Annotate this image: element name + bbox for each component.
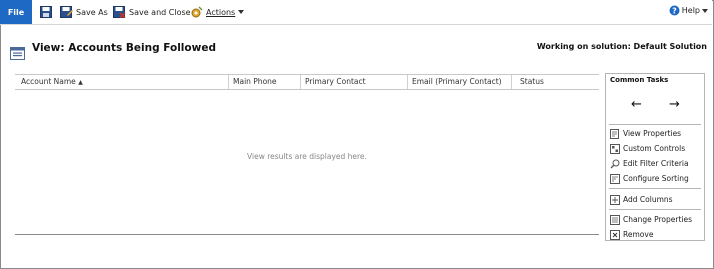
task-remove[interactable]: Remove <box>610 229 653 240</box>
column-header-email[interactable]: Email (Primary Contact) <box>412 77 502 87</box>
save-as-button[interactable]: Save As <box>60 5 108 19</box>
task-add-columns[interactable]: Add Columns <box>610 194 673 205</box>
change-properties-icon <box>610 214 620 225</box>
file-button[interactable]: File <box>0 0 32 24</box>
view-grid: Account Name ▲ Main Phone Primary Contac… <box>15 74 599 236</box>
column-header-status[interactable]: Status <box>520 77 544 87</box>
custom-controls-icon <box>610 143 620 154</box>
common-tasks-title: Common Tasks <box>610 76 669 84</box>
page-title: View: Accounts Being Followed <box>32 42 216 54</box>
help-icon: ? <box>669 5 680 16</box>
save-and-close-button[interactable]: Save and Close <box>113 5 191 19</box>
help-label: Help <box>681 6 700 15</box>
column-separator <box>228 75 229 89</box>
solution-label: Working on solution: Default Solution <box>536 42 707 51</box>
help-menu-button[interactable]: ? Help <box>669 5 708 16</box>
column-header-primary-contact[interactable]: Primary Contact <box>305 77 366 87</box>
save-as-label: Save As <box>76 7 108 17</box>
divider <box>609 124 701 125</box>
column-separator <box>300 75 301 89</box>
task-custom-controls[interactable]: Custom Controls <box>610 143 685 154</box>
chevron-down-icon <box>702 8 708 13</box>
save-and-close-label: Save and Close <box>129 7 191 17</box>
column-header-account-name[interactable]: Account Name ▲ <box>21 77 83 87</box>
common-tasks-panel: Common Tasks ← → View Properties Custom … <box>605 73 705 241</box>
task-change-properties[interactable]: Change Properties <box>610 214 692 225</box>
grid-header: Account Name ▲ Main Phone Primary Contac… <box>15 74 599 90</box>
actions-gear-icon <box>191 6 203 18</box>
divider <box>609 188 701 189</box>
task-configure-sorting[interactable]: Configure Sorting <box>610 173 689 184</box>
remove-icon <box>610 229 620 240</box>
sort-icon <box>610 173 620 184</box>
column-separator <box>511 75 512 89</box>
view-icon <box>10 47 25 60</box>
empty-results-message: View results are displayed here. <box>247 152 367 161</box>
divider <box>609 209 701 210</box>
column-separator <box>407 75 408 89</box>
add-columns-icon <box>610 194 620 205</box>
ribbon-toolbar: File Save As Save and Close Actions ? He… <box>0 0 712 25</box>
move-left-arrow-icon[interactable]: ← <box>631 98 642 112</box>
task-view-properties[interactable]: View Properties <box>610 128 681 139</box>
chevron-down-icon <box>238 10 245 14</box>
grid-footer-line <box>15 234 599 235</box>
magnifier-icon <box>610 159 620 168</box>
actions-menu-button[interactable]: Actions <box>190 5 245 19</box>
task-edit-filter-criteria[interactable]: Edit Filter Criteria <box>610 158 689 169</box>
save-icon <box>40 6 52 18</box>
sort-ascending-icon: ▲ <box>78 79 83 86</box>
column-header-main-phone[interactable]: Main Phone <box>233 77 277 87</box>
view-properties-icon <box>610 128 619 139</box>
move-right-arrow-icon[interactable]: → <box>669 98 680 112</box>
save-button[interactable] <box>40 5 52 19</box>
save-close-icon <box>113 6 126 18</box>
actions-label: Actions <box>206 7 236 17</box>
svg-text:?: ? <box>672 6 677 15</box>
save-as-icon <box>60 6 73 18</box>
